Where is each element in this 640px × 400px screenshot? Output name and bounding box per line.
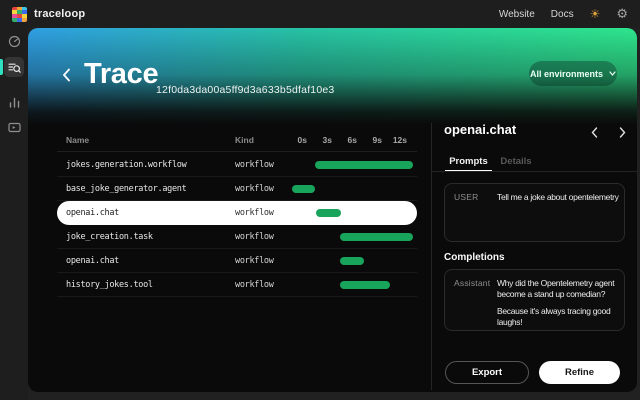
- span-kind: workflow: [235, 177, 274, 201]
- span-duration-bar: [292, 185, 315, 193]
- environment-selector[interactable]: All environments: [529, 61, 617, 86]
- back-button[interactable]: [58, 66, 74, 84]
- panel-divider: [431, 123, 432, 390]
- span-name: base_joke_generator.agent: [66, 177, 186, 201]
- chevron-down-icon: [609, 71, 616, 76]
- axis-tick: 6s: [332, 128, 357, 152]
- docs-link[interactable]: Docs: [551, 9, 574, 20]
- website-link[interactable]: Website: [499, 9, 535, 20]
- panel-title: openai.chat: [444, 122, 516, 137]
- span-kind: workflow: [235, 249, 274, 273]
- tab-details[interactable]: Details: [496, 152, 536, 172]
- tab-prompts[interactable]: Prompts: [445, 152, 492, 172]
- span-name: openai.chat: [66, 201, 119, 225]
- active-item-indicator: [0, 59, 3, 75]
- span-timeline: [290, 249, 414, 273]
- timeline-axis: 0s 3s 6s 9s 12s: [290, 128, 414, 152]
- span-row[interactable]: base_joke_generator.agent workflow: [57, 177, 417, 201]
- brand[interactable]: traceloop: [12, 7, 85, 22]
- prompt-card: USER Tell me a joke about opentelemetry: [444, 183, 625, 242]
- sidebar-item-playground[interactable]: [4, 117, 24, 137]
- completion-text: Why did the Opentelemetry agent become a…: [497, 278, 621, 329]
- completion-paragraph: Because it's always tracing good laughs!: [497, 306, 621, 329]
- axis-tick: 9s: [357, 128, 382, 152]
- completion-role: Assistant: [454, 278, 490, 288]
- trace-search-icon: [8, 61, 21, 74]
- completion-paragraph: Why did the Opentelemetry agent become a…: [497, 278, 621, 301]
- next-span-button[interactable]: [614, 124, 630, 140]
- sun-icon[interactable]: ☀: [590, 8, 601, 20]
- sidebar-item-dashboard[interactable]: [4, 31, 24, 51]
- span-duration-bar: [340, 257, 364, 265]
- span-name: jokes.generation.workflow: [66, 153, 186, 177]
- axis-tick: 12s: [382, 128, 407, 152]
- sidebar-rail: [0, 28, 28, 400]
- span-duration-bar: [340, 233, 413, 241]
- span-duration-bar: [315, 161, 413, 169]
- span-timeline: [290, 201, 414, 225]
- completions-heading: Completions: [444, 252, 505, 263]
- gauge-icon: [8, 35, 21, 48]
- span-timeline: [290, 273, 414, 297]
- span-kind: workflow: [235, 273, 274, 297]
- environment-selector-label: All environments: [530, 69, 603, 79]
- axis-tick: 0s: [282, 128, 307, 152]
- column-header-kind: Kind: [235, 128, 254, 152]
- trace-id: 12f0da3da00a5ff9d3a633b5dfaf10e3: [156, 84, 334, 96]
- bar-chart-icon: [8, 96, 21, 109]
- sidebar-item-analytics[interactable]: [4, 92, 24, 112]
- span-row[interactable]: openai.chat workflow: [57, 249, 417, 273]
- completion-card: Assistant Why did the Opentelemetry agen…: [444, 269, 625, 331]
- chevron-left-icon: [591, 127, 598, 138]
- chevron-right-icon: [619, 127, 626, 138]
- chevron-left-icon: [62, 68, 71, 82]
- top-bar: traceloop Website Docs ☀ ⚙: [0, 0, 640, 28]
- span-name: openai.chat: [66, 249, 119, 273]
- brand-name: traceloop: [34, 8, 85, 20]
- span-timeline: [290, 225, 414, 249]
- span-name: joke_creation.task: [66, 225, 153, 249]
- span-duration-bar: [340, 281, 390, 289]
- span-kind: workflow: [235, 201, 274, 225]
- span-row[interactable]: joke_creation.task workflow: [57, 225, 417, 249]
- traceloop-logo-icon: [12, 7, 27, 22]
- column-header-name: Name: [66, 128, 89, 152]
- tabs-border: [432, 171, 637, 172]
- span-timeline: [290, 177, 414, 201]
- span-kind: workflow: [235, 153, 274, 177]
- span-duration-bar: [316, 209, 341, 217]
- table-header: Name Kind 0s 3s 6s 9s 12s: [57, 128, 417, 152]
- page-title: Trace: [84, 58, 158, 91]
- prev-span-button[interactable]: [586, 124, 602, 140]
- sidebar-item-traces[interactable]: [4, 57, 24, 77]
- span-row-selected[interactable]: openai.chat workflow: [57, 201, 417, 225]
- playground-icon: [8, 121, 21, 134]
- span-kind: workflow: [235, 225, 274, 249]
- gear-icon[interactable]: ⚙: [616, 8, 628, 21]
- span-timeline: [290, 153, 414, 177]
- export-button[interactable]: Export: [445, 361, 529, 384]
- prompt-text: Tell me a joke about opentelemetry: [497, 192, 621, 203]
- prompt-role: USER: [454, 192, 478, 202]
- span-row[interactable]: jokes.generation.workflow workflow: [57, 153, 417, 177]
- axis-tick: 3s: [307, 128, 332, 152]
- span-name: history_jokes.tool: [66, 273, 153, 297]
- main-card: Trace 12f0da3da00a5ff9d3a633b5dfaf10e3 A…: [28, 28, 637, 392]
- span-row[interactable]: history_jokes.tool workflow: [57, 273, 417, 297]
- refine-button[interactable]: Refine: [539, 361, 620, 384]
